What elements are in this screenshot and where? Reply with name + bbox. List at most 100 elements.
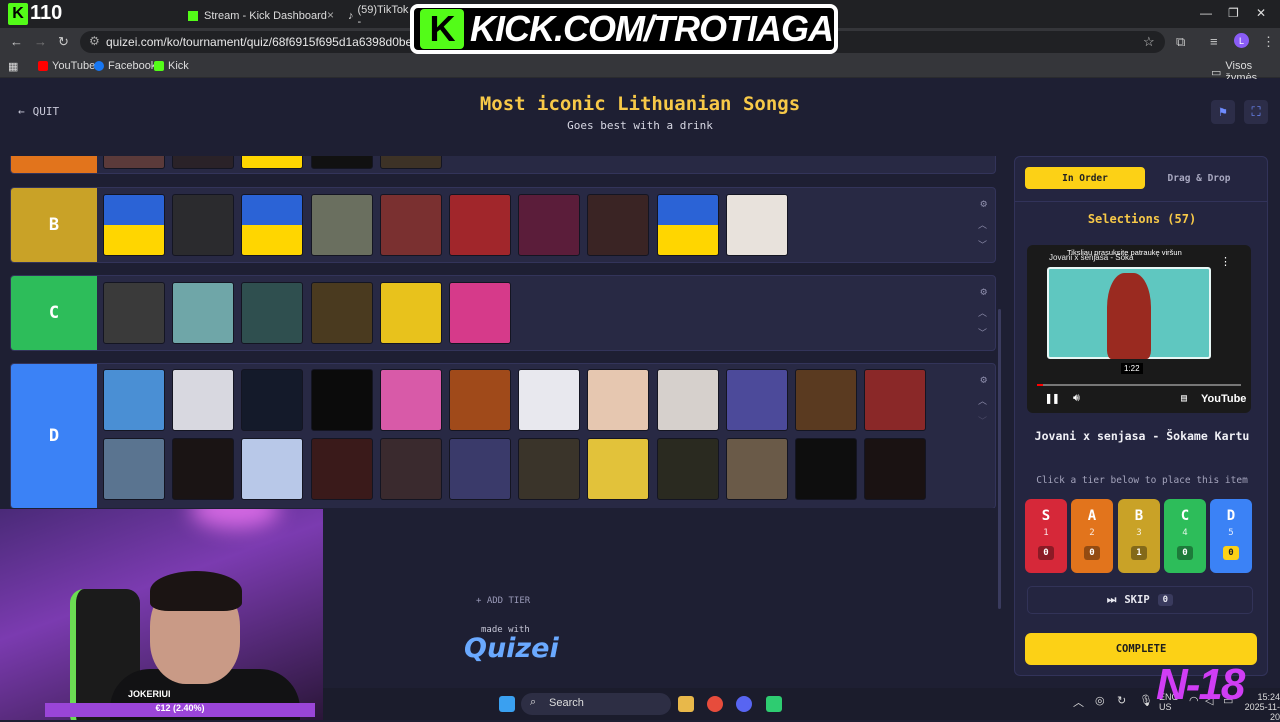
skip-button[interactable]: ⏭ SKIP 0: [1027, 586, 1253, 614]
media-icon[interactable]: ≡: [1210, 34, 1218, 49]
file-explorer-icon[interactable]: [678, 696, 694, 712]
item-thumbnail[interactable]: [172, 156, 234, 169]
pause-icon[interactable]: ❚❚: [1045, 391, 1059, 405]
move-up-icon[interactable]: ︿: [978, 394, 987, 407]
item-thumbnail[interactable]: [449, 438, 511, 500]
taskbar-search[interactable]: ⌕ Search: [521, 693, 671, 715]
move-down-icon[interactable]: ﹀: [978, 238, 987, 251]
bookmark-star-icon[interactable]: ☆: [1143, 34, 1155, 50]
item-thumbnail[interactable]: [864, 369, 926, 431]
item-thumbnail[interactable]: [587, 438, 649, 500]
bookmark-kick[interactable]: Kick: [154, 60, 189, 72]
tier-button-b[interactable]: B 3 1: [1118, 499, 1160, 573]
item-thumbnail[interactable]: [172, 194, 234, 256]
discord-icon[interactable]: [736, 696, 752, 712]
reload-icon[interactable]: ↻: [58, 34, 69, 50]
move-down-icon[interactable]: ﹀: [978, 414, 987, 427]
item-thumbnail[interactable]: [864, 438, 926, 500]
tier-button-c[interactable]: C 4 0: [1164, 499, 1206, 573]
item-thumbnail[interactable]: [795, 438, 857, 500]
item-thumbnail[interactable]: [311, 156, 373, 169]
item-thumbnail[interactable]: [241, 438, 303, 500]
mode-in-order-tab[interactable]: In Order: [1025, 167, 1145, 189]
chrome-icon[interactable]: [707, 696, 723, 712]
site-info-icon[interactable]: ⚙: [89, 34, 100, 48]
item-thumbnail[interactable]: [449, 282, 511, 344]
tier-settings-icon[interactable]: ⚙: [980, 373, 987, 386]
profile-avatar[interactable]: L: [1234, 33, 1249, 48]
item-thumbnail[interactable]: [380, 369, 442, 431]
item-thumbnail[interactable]: [657, 194, 719, 256]
tray-app-icon[interactable]: ◎: [1095, 694, 1105, 707]
item-thumbnail[interactable]: [311, 369, 373, 431]
menu-icon[interactable]: ⋮: [1262, 34, 1275, 50]
windows-start-icon[interactable]: [499, 696, 515, 712]
tier-button-d[interactable]: D 5 0: [1210, 499, 1252, 573]
apps-icon[interactable]: ▦: [8, 60, 18, 73]
item-thumbnail[interactable]: [449, 369, 511, 431]
item-thumbnail[interactable]: [380, 156, 442, 169]
item-thumbnail[interactable]: [103, 438, 165, 500]
item-thumbnail[interactable]: [587, 194, 649, 256]
microphone-icon[interactable]: 🎙︎: [1139, 694, 1153, 707]
item-thumbnail[interactable]: [726, 438, 788, 500]
item-thumbnail[interactable]: [449, 194, 511, 256]
quizei-logo[interactable]: Quizei: [464, 633, 559, 664]
app-icon[interactable]: [766, 696, 782, 712]
item-thumbnail[interactable]: [587, 369, 649, 431]
item-thumbnail[interactable]: [380, 438, 442, 500]
captions-icon[interactable]: ▤: [1181, 393, 1187, 404]
back-icon[interactable]: ←: [10, 34, 23, 49]
clock[interactable]: 15:24 2025-11-20: [1241, 692, 1280, 722]
item-thumbnail[interactable]: [172, 369, 234, 431]
tray-sync-icon[interactable]: ↻: [1117, 694, 1126, 707]
item-thumbnail[interactable]: [657, 438, 719, 500]
item-thumbnail[interactable]: [103, 369, 165, 431]
more-options-icon[interactable]: ⋮: [1220, 255, 1231, 268]
move-up-icon[interactable]: ︿: [978, 306, 987, 319]
close-tab-icon[interactable]: ×: [327, 8, 334, 22]
fullscreen-icon[interactable]: ⛶: [1244, 100, 1268, 124]
item-thumbnail[interactable]: [172, 438, 234, 500]
item-thumbnail[interactable]: [380, 194, 442, 256]
flag-icon[interactable]: ⚑: [1211, 100, 1235, 124]
item-thumbnail[interactable]: [726, 369, 788, 431]
item-thumbnail[interactable]: [726, 194, 788, 256]
bookmark-youtube[interactable]: YouTube: [38, 60, 95, 72]
youtube-logo[interactable]: YouTube: [1201, 393, 1246, 405]
item-thumbnail[interactable]: [518, 369, 580, 431]
add-tier-button[interactable]: + ADD TIER: [476, 596, 530, 606]
board-scrollbar[interactable]: [998, 309, 1001, 609]
tray-chevron-icon[interactable]: ︿: [1073, 694, 1084, 710]
tier-settings-icon[interactable]: ⚙: [980, 197, 987, 210]
item-thumbnail[interactable]: [657, 369, 719, 431]
tier-button-s[interactable]: S 1 0: [1025, 499, 1067, 573]
move-down-icon[interactable]: ﹀: [978, 326, 987, 339]
item-thumbnail[interactable]: [380, 282, 442, 344]
item-thumbnail[interactable]: [103, 282, 165, 344]
mode-drag-drop-tab[interactable]: Drag & Drop: [1139, 167, 1259, 189]
extensions-icon[interactable]: ⧉: [1176, 34, 1185, 50]
item-thumbnail[interactable]: [103, 156, 165, 169]
volume-icon[interactable]: 🔊︎: [1073, 391, 1080, 405]
tier-button-a[interactable]: A 2 0: [1071, 499, 1113, 573]
item-thumbnail[interactable]: [311, 438, 373, 500]
bookmark-facebook[interactable]: Facebook: [94, 60, 156, 72]
item-thumbnail[interactable]: [241, 156, 303, 169]
item-thumbnail[interactable]: [795, 369, 857, 431]
tab-tiktok[interactable]: ♪ (59)TikTok -: [340, 4, 410, 28]
item-thumbnail[interactable]: [241, 194, 303, 256]
item-thumbnail[interactable]: [311, 282, 373, 344]
item-thumbnail[interactable]: [518, 438, 580, 500]
item-thumbnail[interactable]: [241, 369, 303, 431]
item-thumbnail[interactable]: [172, 282, 234, 344]
youtube-player[interactable]: Jovani x senjasa - Šoka Tiksliau prasuks…: [1027, 245, 1251, 413]
close-window-icon[interactable]: ✕: [1256, 6, 1266, 20]
item-thumbnail[interactable]: [518, 194, 580, 256]
restore-icon[interactable]: ❐: [1228, 6, 1239, 20]
item-thumbnail[interactable]: [311, 194, 373, 256]
video-progress-track[interactable]: [1037, 384, 1241, 386]
tab-kick-dashboard[interactable]: Stream - Kick Dashboard ×: [180, 4, 340, 28]
forward-icon[interactable]: →: [34, 34, 47, 49]
minimize-icon[interactable]: —: [1200, 6, 1212, 20]
